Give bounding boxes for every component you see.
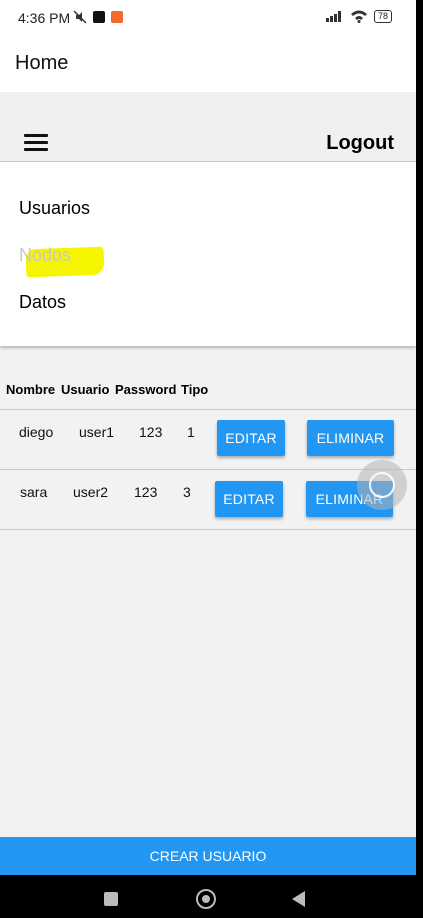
status-bar: 4:36 PM 78 xyxy=(0,0,416,36)
battery-icon: 78 xyxy=(373,9,392,23)
signal-icon xyxy=(325,11,341,22)
edit-button[interactable]: EDITAR xyxy=(217,420,285,456)
page-title: Home xyxy=(15,52,69,74)
edit-button[interactable]: EDITAR xyxy=(215,481,283,517)
status-system-icons: 78 xyxy=(325,9,392,23)
header-strip: Logout xyxy=(0,92,416,162)
mute-icon xyxy=(73,10,87,24)
table-divider xyxy=(0,409,416,410)
delete-button[interactable]: ELIMINAR xyxy=(307,420,394,456)
header-usuario: Usuario xyxy=(61,382,110,397)
app-bar: Home xyxy=(0,36,416,92)
table-divider xyxy=(0,469,416,470)
cell-tipo: 1 xyxy=(187,424,195,440)
app-notification-icon xyxy=(93,11,105,23)
table-divider xyxy=(0,529,416,530)
hamburger-icon[interactable] xyxy=(24,134,48,152)
logout-button[interactable]: Logout xyxy=(326,132,394,155)
status-notification-icons xyxy=(73,10,123,24)
header-nombre: Nombre xyxy=(6,382,56,397)
header-password: Password xyxy=(115,382,177,397)
cell-nombre: diego xyxy=(19,424,54,440)
orange-app-icon xyxy=(111,11,123,23)
recents-square-icon[interactable] xyxy=(104,892,118,906)
home-circle-icon[interactable] xyxy=(196,889,216,909)
screen-edge xyxy=(416,0,423,918)
wifi-icon xyxy=(350,10,367,23)
cell-password: 123 xyxy=(134,484,158,500)
cell-password: 123 xyxy=(139,424,163,440)
cell-nombre: sara xyxy=(20,484,48,500)
status-time: 4:36 PM xyxy=(18,10,71,26)
create-user-button[interactable]: CREAR USUARIO xyxy=(0,837,416,875)
menu-item-datos[interactable]: Datos xyxy=(19,292,66,313)
cell-usuario: user1 xyxy=(79,424,115,440)
cell-tipo: 3 xyxy=(183,484,191,500)
menu-item-usuarios[interactable]: Usuarios xyxy=(19,198,90,219)
header-tipo: Tipo xyxy=(181,382,209,397)
touch-indicator xyxy=(357,460,407,510)
drawer-menu: Usuarios Nodos Datos xyxy=(0,162,416,346)
cell-usuario: user2 xyxy=(73,484,109,500)
menu-item-nodos[interactable]: Nodos xyxy=(19,245,71,266)
system-nav-bar xyxy=(0,875,423,918)
back-triangle-icon[interactable] xyxy=(292,891,305,907)
